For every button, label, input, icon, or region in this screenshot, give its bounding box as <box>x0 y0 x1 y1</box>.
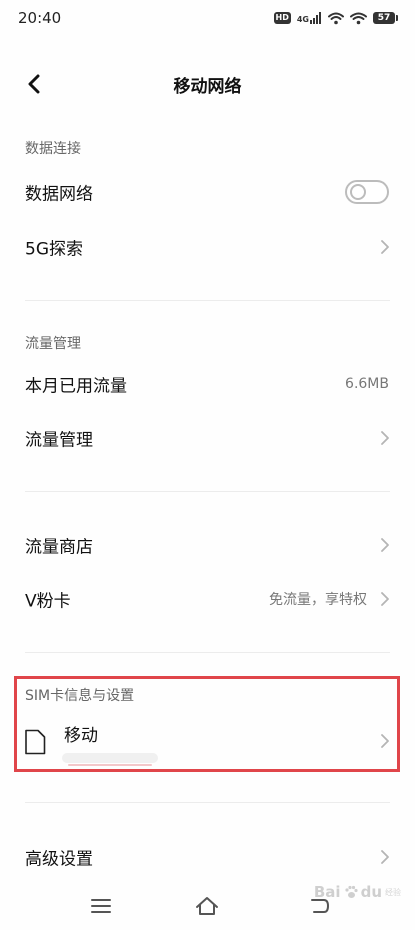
cellular-signal-icon: 4G <box>297 12 322 24</box>
chevron-right-icon <box>381 431 389 445</box>
monthly-usage-label: 本月已用流量 <box>25 376 127 397</box>
section-divider <box>25 652 390 653</box>
sim-card-icon <box>25 729 46 755</box>
section-divider <box>25 300 390 301</box>
sim-number-redacted <box>62 753 158 766</box>
network-type-label: 4G <box>296 15 309 24</box>
data-network-row[interactable]: 数据网络 <box>0 165 415 219</box>
v-card-row[interactable]: V粉卡 免流量，享特权 <box>0 572 415 626</box>
sim-card-name: 移动 <box>64 726 98 746</box>
explore-5g-label: 5G探索 <box>25 239 83 260</box>
sim-card-row[interactable]: 移动 <box>0 712 415 770</box>
wifi-icon <box>328 12 344 24</box>
chevron-right-icon <box>381 734 389 748</box>
toggle-knob <box>350 184 366 200</box>
home-icon[interactable] <box>194 894 220 918</box>
battery-icon: 57 <box>373 12 398 24</box>
wifi-secondary-icon <box>350 12 367 24</box>
traffic-management-label: 流量管理 <box>25 430 93 451</box>
monthly-usage-value: 6.6MB <box>345 376 389 392</box>
traffic-store-label: 流量商店 <box>25 537 93 558</box>
section-divider <box>25 802 390 803</box>
section-header-traffic: 流量管理 <box>25 336 81 352</box>
chevron-right-icon <box>381 592 389 606</box>
navigation-bar: 移动网络 <box>0 56 415 112</box>
monthly-usage-row[interactable]: 本月已用流量 6.6MB <box>0 357 415 411</box>
traffic-management-row[interactable]: 流量管理 <box>0 411 415 465</box>
section-divider <box>25 491 390 492</box>
status-icons: HD 4G 57 <box>273 10 398 26</box>
advanced-settings-row[interactable]: 高级设置 <box>0 830 415 884</box>
watermark-text: Bai <box>313 883 341 901</box>
paw-icon <box>344 885 358 898</box>
status-bar: 20:40 HD 4G 57 <box>0 0 415 36</box>
watermark-sub: 经验 <box>385 887 401 897</box>
baidu-watermark: Bai du 经验 <box>314 883 401 901</box>
section-header-data-connection: 数据连接 <box>25 141 81 157</box>
advanced-settings-label: 高级设置 <box>25 849 93 870</box>
v-card-label: V粉卡 <box>25 591 71 612</box>
traffic-store-row[interactable]: 流量商店 <box>0 518 415 572</box>
explore-5g-row[interactable]: 5G探索 <box>0 220 415 274</box>
watermark-suffix: du <box>360 883 382 901</box>
status-time: 20:40 <box>18 9 62 27</box>
data-network-toggle[interactable] <box>345 180 389 204</box>
section-header-sim: SIM卡信息与设置 <box>25 688 135 704</box>
chevron-right-icon <box>381 850 389 864</box>
chevron-right-icon <box>381 538 389 552</box>
v-card-value: 免流量，享特权 <box>269 592 367 608</box>
hd-icon: HD <box>273 12 291 24</box>
chevron-right-icon <box>381 240 389 254</box>
page-title: 移动网络 <box>173 77 242 97</box>
menu-icon[interactable] <box>88 894 114 918</box>
data-network-label: 数据网络 <box>25 184 93 205</box>
